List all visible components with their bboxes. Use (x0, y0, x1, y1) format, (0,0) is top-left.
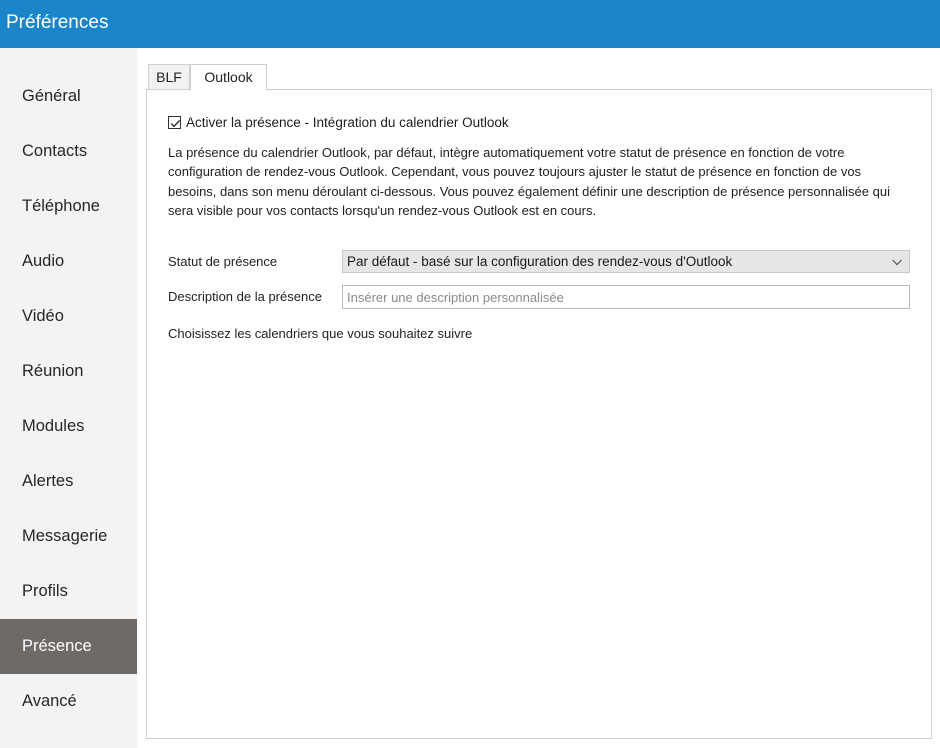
enable-presence-label: Activer la présence - Intégration du cal… (186, 114, 509, 130)
calendars-prompt: Choisissez les calendriers que vous souh… (168, 326, 473, 341)
sidebar-item-audio[interactable]: Audio (0, 234, 137, 289)
sidebar-item-avance[interactable]: Avancé (0, 674, 137, 729)
tab-blf[interactable]: BLF (148, 64, 190, 90)
outlook-description-text: La présence du calendrier Outlook, par d… (168, 145, 890, 218)
sidebar-item-alertes[interactable]: Alertes (0, 454, 137, 509)
tab-outlook[interactable]: Outlook (190, 64, 267, 91)
sidebar-item-reunion[interactable]: Réunion (0, 344, 137, 399)
sidebar-item-presence[interactable]: Présence (0, 619, 137, 674)
presence-status-value: Par défaut - basé sur la configuration d… (347, 254, 733, 269)
presence-description-input[interactable] (342, 285, 910, 309)
sidebar-item-contacts[interactable]: Contacts (0, 124, 137, 179)
sidebar-item-video[interactable]: Vidéo (0, 289, 137, 344)
checkbox-checked-icon[interactable] (168, 115, 181, 129)
sidebar-item-modules[interactable]: Modules (0, 399, 137, 454)
sidebar-item-messagerie[interactable]: Messagerie (0, 509, 137, 564)
chevron-down-icon (892, 259, 902, 266)
window-title: Préférences (0, 0, 940, 48)
status-label: Statut de présence (168, 254, 278, 269)
sidebar: Général Contacts Téléphone Audio Vidéo R… (0, 48, 137, 748)
presence-description-label: Description de la présence (168, 289, 322, 304)
enable-presence-checkbox[interactable]: Activer la présence - Intégration du cal… (168, 113, 509, 131)
sidebar-item-profils[interactable]: Profils (0, 564, 137, 619)
presence-status-select[interactable]: Par défaut - basé sur la configuration d… (342, 250, 910, 273)
sidebar-item-general[interactable]: Général (0, 69, 137, 124)
sidebar-item-telephone[interactable]: Téléphone (0, 179, 137, 234)
